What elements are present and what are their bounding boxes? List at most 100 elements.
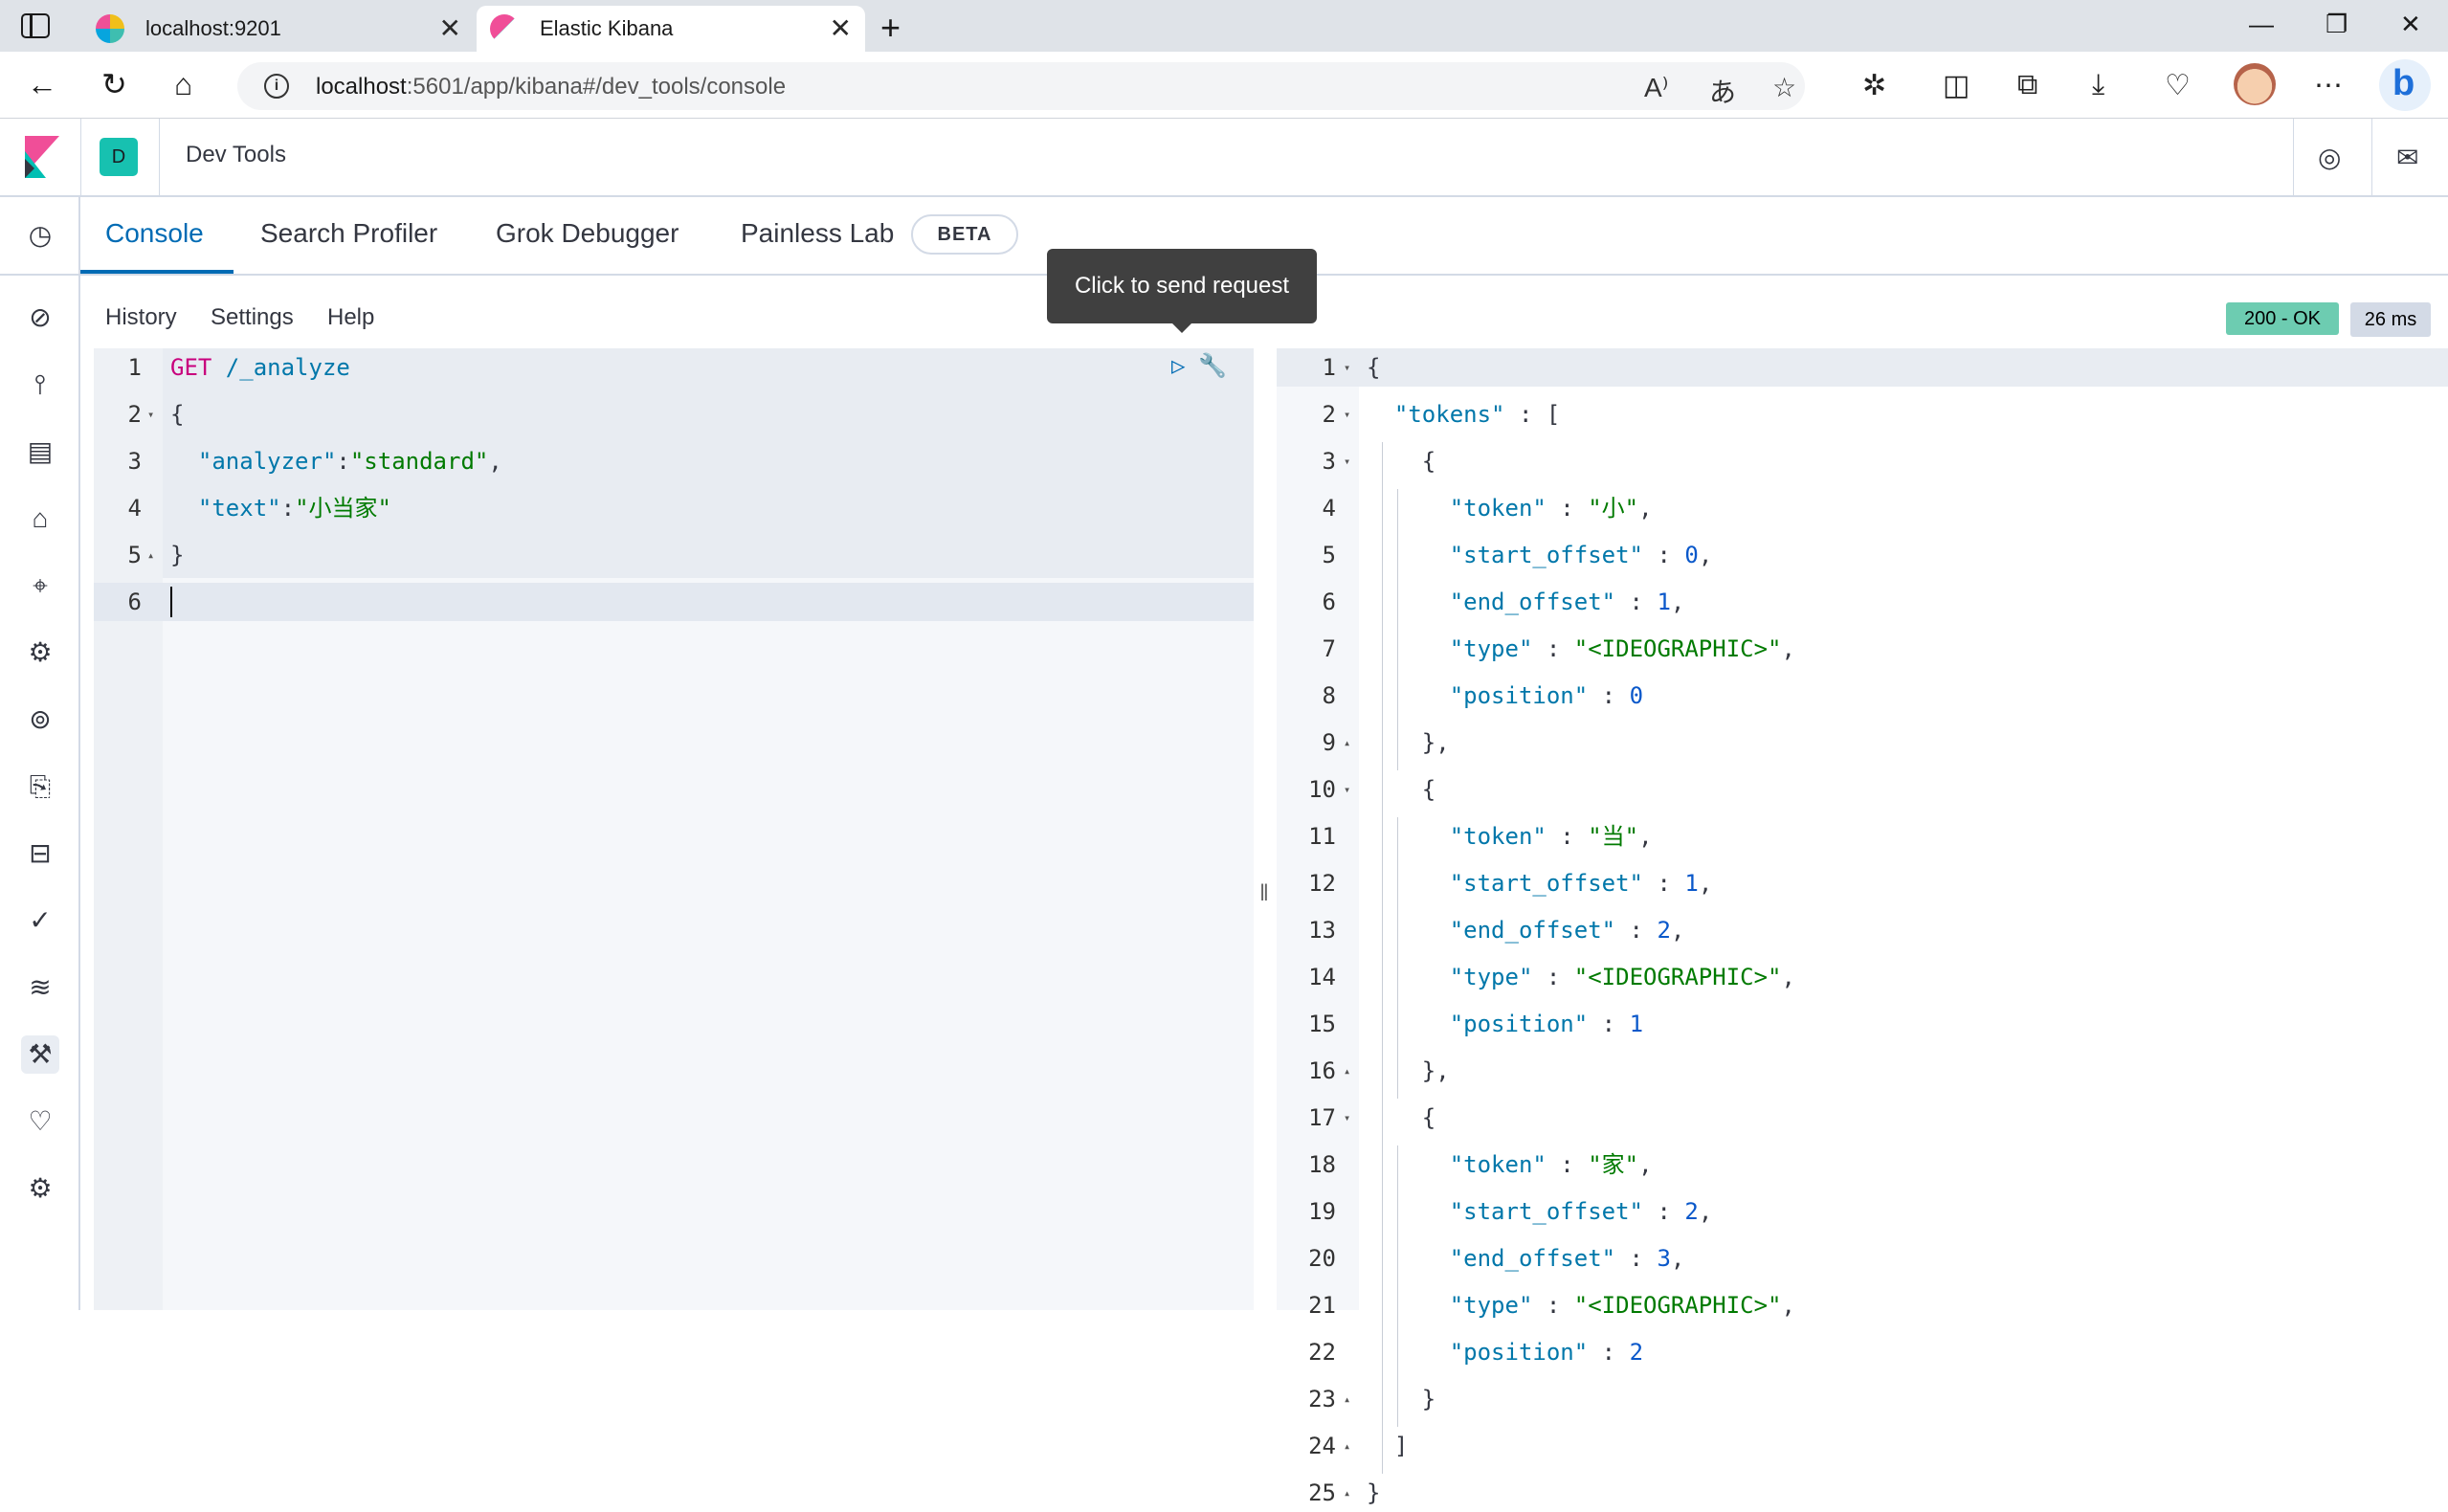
breadcrumb-title: Dev Tools (186, 142, 286, 167)
newsfeed-mail-icon[interactable]: ✉ (2396, 142, 2418, 173)
monitoring-icon[interactable]: ♡ (21, 1102, 59, 1141)
tab-console[interactable]: Console (105, 218, 204, 249)
fold-toggle-icon[interactable]: ▾ (1344, 395, 1350, 434)
address-bar[interactable]: i localhost:5601/app/kibana#/dev_tools/c… (237, 62, 1805, 110)
site-info-icon[interactable]: i (264, 74, 289, 99)
code-token: GET (170, 354, 212, 381)
management-icon[interactable]: ⚙ (21, 1169, 59, 1208)
dev-tools-icon[interactable]: ⚒ (21, 1035, 59, 1074)
help-link[interactable]: Help (327, 304, 374, 331)
profile-avatar-icon[interactable] (2234, 63, 2276, 105)
back-icon[interactable]: ← (27, 67, 57, 101)
close-tab-icon[interactable]: ✕ (830, 15, 852, 42)
tab-search-profiler[interactable]: Search Profiler (260, 218, 437, 249)
favorite-star-icon[interactable]: ☆ (1772, 72, 1796, 103)
indent-guide (1382, 442, 1383, 1474)
pane-resizer[interactable]: ‖ (1259, 880, 1269, 907)
tab-painless-lab[interactable]: Painless Lab (741, 218, 894, 249)
minimize-icon[interactable]: — (2249, 10, 2274, 39)
more-menu-icon[interactable]: ⋯ (2314, 69, 2343, 102)
recent-icon[interactable]: ◷ (21, 216, 59, 255)
extensions-icon[interactable]: ✲ (1862, 69, 1886, 102)
fold-toggle-icon[interactable]: ▾ (147, 395, 154, 434)
uptime-icon[interactable]: ≋ (21, 968, 59, 1007)
browser-tab-localhost[interactable]: localhost:9201 ✕ (82, 6, 475, 52)
fold-toggle-icon[interactable]: ▴ (1344, 1427, 1350, 1465)
new-tab-icon[interactable]: + (880, 8, 901, 48)
read-aloud-icon[interactable]: A⁾ (1644, 72, 1669, 103)
browser-toolbar: ← ↻ ⌂ i localhost:5601/app/kibana#/dev_t… (0, 52, 2448, 119)
discover-icon[interactable]: ⊘ (21, 299, 59, 337)
collections-icon[interactable]: ⧉ (2017, 69, 2037, 101)
reload-icon[interactable]: ↻ (101, 67, 127, 101)
close-window-icon[interactable]: ✕ (2400, 10, 2421, 39)
code-token: : (1643, 870, 1685, 897)
code-text: "token" : "当", (1367, 817, 1653, 856)
code-text: }, (1367, 723, 1450, 762)
fold-toggle-icon[interactable]: ▴ (1344, 723, 1350, 762)
request-editor[interactable]: 1 GET /_analyze 2 ▾{3 "analyzer":"standard"… (94, 348, 1254, 1310)
bing-copilot-icon[interactable] (2379, 59, 2431, 111)
infrastructure-icon[interactable]: ⊟ (21, 834, 59, 873)
code-token: } (170, 542, 185, 568)
fold-toggle-icon[interactable]: ▾ (1344, 442, 1350, 480)
fold-toggle-icon[interactable]: ▴ (1344, 1474, 1350, 1512)
tab-grok-debugger[interactable]: Grok Debugger (496, 218, 679, 249)
code-token: }, (1367, 729, 1450, 756)
elasticsearch-favicon-icon (96, 14, 124, 43)
line-number: 24 (1308, 1433, 1336, 1459)
url-text[interactable]: localhost:5601/app/kibana#/dev_tools/con… (316, 74, 786, 100)
split-screen-icon[interactable]: ◫ (1943, 69, 1970, 102)
fold-toggle-icon[interactable]: ▾ (1344, 348, 1350, 387)
send-request-tooltip: Click to send request (1047, 249, 1317, 333)
code-token: "standard" (349, 448, 489, 475)
restore-icon[interactable]: ❐ (2326, 10, 2348, 39)
text-cursor (170, 587, 172, 617)
settings-link[interactable]: Settings (211, 304, 294, 331)
downloads-icon[interactable]: ⤓ (2092, 69, 2104, 101)
dashboard-icon[interactable]: ▤ (21, 433, 59, 471)
send-request-icon[interactable]: ▷ (1171, 352, 1185, 379)
code-token: "当" (1588, 823, 1639, 850)
browser-essentials-icon[interactable]: ♡ (2165, 69, 2191, 102)
logs-icon[interactable]: ⎘ (21, 767, 59, 806)
translate-icon[interactable]: あ (1709, 72, 1736, 110)
apm-icon[interactable]: ✓ (21, 901, 59, 940)
history-link[interactable]: History (105, 304, 177, 331)
active-tab-underline (80, 270, 234, 274)
help-lifebuoy-icon[interactable]: ◎ (2318, 142, 2341, 173)
code-token: , (1781, 635, 1795, 662)
code-token: { (1367, 776, 1436, 803)
code-text: { (1367, 770, 1435, 809)
line-number: 1 (1322, 354, 1336, 381)
maps-icon[interactable]: ⌖ (21, 567, 59, 605)
code-text: "text":"小当家" (170, 489, 391, 527)
tab-actions-icon[interactable] (21, 13, 50, 38)
ml-icon[interactable]: ⚙ (21, 634, 59, 672)
browser-tab-kibana[interactable]: Elastic Kibana ✕ (477, 6, 865, 52)
code-line: 13 "end_offset" : 2, (1277, 911, 2448, 949)
canvas-icon[interactable]: ⌂ (21, 500, 59, 538)
fold-toggle-icon[interactable]: ▾ (1344, 770, 1350, 809)
siem-icon[interactable]: ⊚ (21, 700, 59, 739)
fold-toggle-icon[interactable]: ▴ (1344, 1052, 1350, 1090)
code-token: "小当家" (295, 495, 391, 522)
fold-toggle-icon[interactable]: ▾ (1344, 1099, 1350, 1137)
kibana-header: D Dev Tools ◎ ✉ (0, 119, 2448, 197)
wrench-settings-icon[interactable]: 🔧 (1198, 352, 1227, 379)
fold-toggle-icon[interactable]: ▴ (147, 536, 154, 574)
close-tab-icon[interactable]: ✕ (439, 15, 461, 42)
code-token: "position" (1449, 1011, 1589, 1037)
code-token: , (1638, 495, 1653, 522)
code-token: , (1638, 1151, 1653, 1178)
home-icon[interactable]: ⌂ (174, 67, 192, 101)
fold-toggle-icon[interactable]: ▴ (1344, 1380, 1350, 1418)
kibana-logo-icon[interactable] (25, 136, 59, 178)
code-line: 11 "token" : "当", (1277, 817, 2448, 856)
visualize-icon[interactable]: ⫯ (21, 366, 59, 404)
space-avatar[interactable]: D (100, 138, 138, 176)
